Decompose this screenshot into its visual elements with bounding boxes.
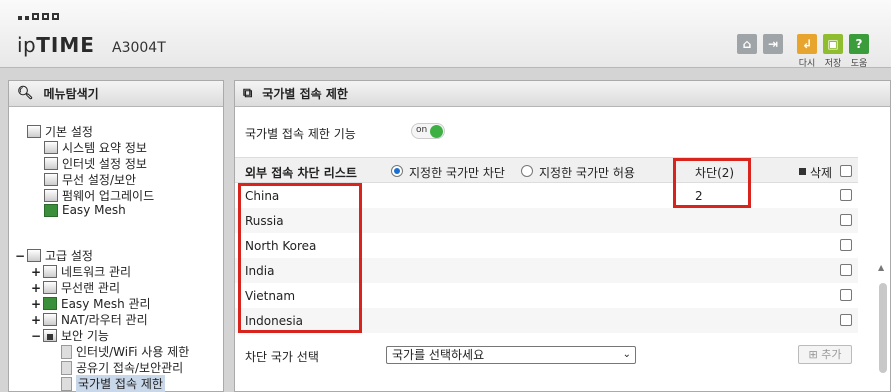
- expand-icon[interactable]: +: [31, 265, 43, 279]
- block-list-label: 외부 접속 차단 리스트: [245, 166, 357, 180]
- country-list-highlight: [238, 183, 362, 333]
- country-select[interactable]: 국가를 선택하세요 ⌄: [386, 346, 636, 364]
- list-scrollbar[interactable]: ▲: [878, 263, 888, 373]
- tree-item-router-access[interactable]: 공유기 접속/보안관리: [61, 359, 183, 376]
- tree-advanced-settings[interactable]: − 고급 설정: [15, 247, 93, 264]
- tree-item-wireless[interactable]: 무선 설정/보안: [44, 171, 136, 188]
- add-button-label: 추가: [821, 348, 842, 361]
- tree-item-country-block[interactable]: 국가별 접속 제한: [61, 375, 165, 392]
- magnifier-icon: 🔍︎: [17, 86, 34, 101]
- content-header: ⧉ 국가별 접속 제한: [235, 81, 890, 107]
- page-title: 국가별 접속 제한: [262, 87, 348, 101]
- menu-explorer-title: 메뉴탐색기: [43, 87, 99, 101]
- toggle-text: on: [416, 125, 428, 135]
- delete-header: 삭제: [810, 166, 833, 180]
- row-delete-checkbox[interactable]: [840, 239, 852, 251]
- home-icon[interactable]: ⌂: [737, 34, 757, 54]
- content-panel: ⧉ 국가별 접속 제한 국가별 접속 제한 기능 on 외부 접속 차단 리스트…: [234, 80, 891, 392]
- chart-icon: [44, 141, 58, 154]
- menu-explorer: 🔍︎ 메뉴탐색기 기본 설정 시스템 요약 정보 인터넷 설정 정보 무선 설정…: [8, 80, 224, 392]
- tree-item-easy-mesh[interactable]: Easy Mesh: [44, 203, 126, 217]
- mesh-icon: [43, 297, 57, 310]
- router-icon: [43, 313, 57, 326]
- page-icon: [61, 344, 72, 359]
- row-delete-checkbox[interactable]: [840, 189, 852, 201]
- window-icon: ⧉: [243, 86, 253, 101]
- expand-icon[interactable]: +: [31, 281, 43, 295]
- save-icon[interactable]: ▣: [823, 34, 843, 54]
- tree-item-easy-mesh-mgmt[interactable]: + Easy Mesh 관리: [31, 295, 151, 312]
- block-list-header: 외부 접속 차단 리스트 지정한 국가만 차단 지정한 국가만 허용 차단(2)…: [235, 157, 858, 183]
- feature-toggle[interactable]: on: [411, 123, 445, 139]
- collapse-icon[interactable]: −: [15, 249, 27, 263]
- scroll-up-icon[interactable]: ▲: [878, 263, 884, 272]
- tree-item-internet-info[interactable]: 인터넷 설정 정보: [44, 155, 147, 172]
- radio-block-only[interactable]: [391, 165, 403, 177]
- header-toolbar: ⌂ ⇥ ↲ 다시 ▣ 저장 ? 도움: [737, 34, 869, 69]
- folder-icon: [27, 125, 41, 138]
- mesh-icon: [44, 203, 58, 217]
- wireless-icon: [43, 281, 57, 294]
- row-delete-checkbox[interactable]: [840, 289, 852, 301]
- logout-icon[interactable]: ⇥: [763, 34, 783, 54]
- select-country-label: 차단 국가 선택: [245, 350, 319, 364]
- tree-item-wlan[interactable]: + 무선랜 관리: [31, 279, 120, 296]
- expand-icon[interactable]: +: [31, 313, 43, 327]
- tree-item-nat[interactable]: + NAT/라우터 관리: [31, 311, 148, 328]
- upgrade-icon: [44, 189, 58, 202]
- tree-item-firmware[interactable]: 펌웨어 업그레이드: [44, 187, 154, 204]
- page-icon: [61, 376, 72, 391]
- brand-time: TIME: [36, 33, 95, 57]
- save-label: 저장: [824, 59, 842, 69]
- radio-block-label[interactable]: 지정한 국가만 차단: [409, 164, 505, 181]
- row-delete-checkbox[interactable]: [840, 314, 852, 326]
- advanced-icon[interactable]: ↲: [797, 34, 817, 54]
- feature-label: 국가별 접속 제한 기능: [245, 127, 356, 141]
- wireless-icon: [44, 173, 58, 186]
- brand-logo: ipTIME: [17, 33, 95, 57]
- page-icon: [61, 360, 72, 375]
- folder-icon: [27, 249, 41, 262]
- toggle-knob: [430, 125, 443, 138]
- network-icon: [43, 265, 57, 278]
- menu-explorer-header: 🔍︎ 메뉴탐색기: [9, 81, 223, 107]
- help-icon[interactable]: ?: [849, 34, 869, 54]
- tree-item-internet-wifi-limit[interactable]: 인터넷/WiFi 사용 제한: [61, 343, 189, 360]
- tree-basic-settings[interactable]: 기본 설정: [27, 123, 93, 140]
- lock-icon: [43, 329, 57, 342]
- radio-allow-only[interactable]: [521, 165, 533, 177]
- tree-item-system-summary[interactable]: 시스템 요약 정보: [44, 139, 147, 156]
- block-count-highlight: [673, 158, 751, 208]
- logo-dots-icon: [18, 13, 59, 20]
- country-select-value: 국가를 선택하세요: [392, 348, 485, 362]
- model-name: A3004T: [112, 40, 166, 56]
- delete-all-checkbox[interactable]: [840, 165, 852, 177]
- tree-item-network[interactable]: + 네트워크 관리: [31, 263, 131, 280]
- row-delete-checkbox[interactable]: [840, 214, 852, 226]
- expand-icon[interactable]: +: [31, 297, 43, 311]
- scroll-thumb[interactable]: [879, 283, 887, 373]
- monitor-icon: [44, 157, 58, 170]
- chevron-down-icon: ⌄: [622, 349, 631, 360]
- add-button[interactable]: ⊞ 추가: [798, 345, 852, 364]
- collapse-icon[interactable]: −: [31, 329, 43, 343]
- add-icon: ⊞: [808, 348, 822, 361]
- brand-ip: ip: [17, 33, 37, 57]
- radio-allow-label[interactable]: 지정한 국가만 허용: [539, 164, 635, 181]
- advanced-label: 다시: [798, 59, 816, 69]
- select-all-square-icon: [799, 168, 806, 175]
- help-label: 도움: [850, 59, 868, 69]
- app-header: ipTIME A3004T ⌂ ⇥ ↲ 다시 ▣ 저장 ? 도움: [0, 0, 891, 69]
- row-delete-checkbox[interactable]: [840, 264, 852, 276]
- tree-item-security[interactable]: − 보안 기능: [31, 327, 109, 344]
